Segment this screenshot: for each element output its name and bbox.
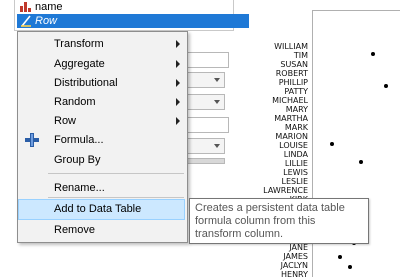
data-point (384, 84, 388, 88)
axis-label: JAMES (283, 252, 308, 261)
background-dropdown[interactable] (187, 138, 225, 154)
axis-label: LEWIS (283, 168, 308, 177)
menu-item-label: Add to Data Table (54, 203, 142, 215)
menu-item-label: Rename... (54, 182, 105, 194)
column-label: name (35, 1, 63, 13)
bar-chart-icon (20, 2, 31, 12)
menu-item-remove[interactable]: Remove (19, 220, 186, 240)
formula-plus-icon (25, 133, 39, 147)
axis-label: JANE (289, 243, 308, 252)
submenu-arrow-icon (176, 117, 180, 125)
menu-item-label: Row (54, 115, 77, 127)
menu-item-label: Formula... (54, 134, 104, 146)
menu-item-label: Transform (54, 38, 104, 50)
menu-item-label: Group By (54, 154, 101, 166)
submenu-arrow-icon (176, 98, 180, 106)
menu-item-group-by[interactable]: Group By (19, 150, 186, 170)
data-point (338, 255, 342, 259)
background-dropdown[interactable] (187, 94, 225, 110)
row-transform-icon (21, 15, 31, 27)
background-input[interactable] (187, 52, 229, 68)
data-point (330, 142, 334, 146)
axis-label: WILLIAM (274, 42, 308, 51)
menu-item-rename[interactable]: Rename... (19, 178, 186, 198)
axis-label: LESLIE (281, 177, 308, 186)
axis-label: LOUISE (279, 141, 308, 150)
axis-label: MARTHA (274, 114, 308, 123)
axis-label: MARION (275, 132, 308, 141)
axis-label: HENRY (281, 270, 308, 279)
axis-label: MARY (285, 105, 308, 114)
tooltip-text: Creates a persistent data table formula … (195, 202, 345, 240)
menu-item-label: Aggregate (54, 58, 105, 70)
submenu-arrow-icon (176, 79, 180, 87)
tooltip: Creates a persistent data table formula … (189, 198, 369, 244)
menu-item-label: Random (54, 96, 96, 108)
menu-item-aggregate[interactable]: Aggregate (19, 54, 186, 74)
menu-item-row[interactable]: Row (19, 111, 186, 131)
menu-item-label: Distributional (54, 77, 118, 89)
menu-separator (48, 173, 184, 174)
axis-label: LAWRENCE (263, 186, 308, 195)
menu-item-random[interactable]: Random (19, 92, 186, 112)
axis-label: PATTY (284, 87, 308, 96)
data-point (348, 265, 352, 269)
background-slider[interactable] (187, 158, 225, 164)
menu-item-distributional[interactable]: Distributional (19, 73, 186, 93)
column-label: Row (35, 15, 58, 27)
axis-label: PHILLIP (278, 78, 308, 87)
axis-label: MARK (284, 123, 308, 132)
menu-item-add-to-data-table[interactable]: Add to Data Table (18, 199, 185, 220)
column-item-name[interactable]: name (17, 0, 235, 14)
axis-label: LINDA (283, 150, 308, 159)
data-point (359, 160, 363, 164)
axis-label: LILLIE (284, 159, 308, 168)
menu-item-label: Remove (54, 224, 95, 236)
column-item-row[interactable]: Row (17, 14, 249, 28)
background-dropdown[interactable] (187, 72, 225, 88)
menu-item-transform[interactable]: Transform (19, 34, 186, 54)
submenu-arrow-icon (176, 60, 180, 68)
background-input[interactable] (187, 117, 229, 133)
column-list-panel: name Row (14, 0, 249, 31)
submenu-arrow-icon (176, 40, 180, 48)
axis-label: JACLYN (280, 261, 308, 270)
axis-label: TIM (293, 51, 308, 60)
axis-label: MICHAEL (272, 96, 308, 105)
axis-label: SUSAN (280, 60, 308, 69)
menu-separator (48, 197, 184, 198)
menu-item-formula[interactable]: Formula... (19, 130, 186, 150)
context-menu: Transform Aggregate Distributional Rando… (17, 31, 188, 243)
data-point (371, 52, 375, 56)
axis-label: ROBERT (275, 69, 308, 78)
